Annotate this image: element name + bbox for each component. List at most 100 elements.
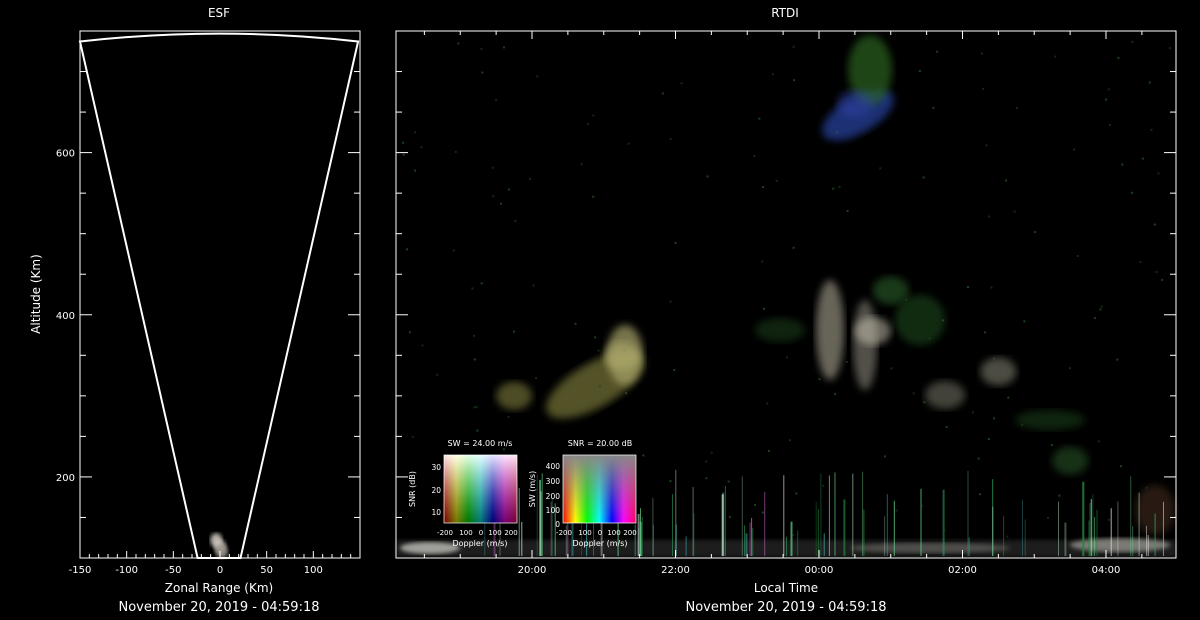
rtdi-echo-region-1 <box>603 341 640 370</box>
esf-x-tick-label-4: 50 <box>260 565 273 576</box>
rtdi-speckle <box>491 166 494 169</box>
snr-legend-xlabel: Doppler (m/s) <box>572 539 627 548</box>
rtdi-speckle <box>452 249 455 252</box>
esf-echo-2 <box>215 544 228 559</box>
rtdi-speckle <box>1093 317 1096 320</box>
rtdi-speckle <box>792 534 795 536</box>
snr-legend-ytick-3: 100 <box>546 506 561 515</box>
rtdi-speckle <box>597 349 600 352</box>
rtdi-title: RTDI <box>771 6 799 20</box>
rtdi-speckle <box>473 406 476 409</box>
snr-color-legend: SNR = 20.00 dB SW (m/s) 400 300 200 100 … <box>528 439 637 548</box>
sw-legend-xtick-3: 100 <box>488 529 501 537</box>
esf-panel: ESF -150 -100 -50 0 50 100 200 400 600 Zonal Ran… <box>29 6 361 615</box>
rtdi-speckle <box>1005 179 1008 182</box>
rtdi-speckle <box>921 504 924 507</box>
rtdi-speckle <box>1121 163 1124 166</box>
rtdi-panel: RTDI 20:00 22:00 00:00 02:00 04:00 Local Tim… <box>395 6 1177 615</box>
rtdi-speckle <box>1107 88 1110 91</box>
rtdi-speckle <box>476 429 479 432</box>
rtdi-speckle <box>923 401 926 404</box>
rtdi-speckle <box>1120 465 1122 468</box>
rtdi-speckle <box>508 188 510 191</box>
rtdi-speckle <box>598 385 601 388</box>
esf-y-axis-label: Altitude (Km) <box>29 254 43 334</box>
rtdi-speckle <box>928 337 931 340</box>
rtdi-speckle <box>1157 172 1160 175</box>
rtdi-speckle <box>786 356 788 359</box>
rtdi-speckle <box>1021 423 1024 426</box>
rtdi-speckle <box>883 455 886 458</box>
rtdi-speckle <box>1130 191 1133 194</box>
rtdi-speckle <box>514 220 517 223</box>
rtdi-speckle <box>710 451 713 454</box>
sw-legend-xlabel: Doppler (m/s) <box>452 539 507 548</box>
rtdi-speckle <box>932 106 935 109</box>
rtdi-speckle <box>836 131 839 134</box>
rtdi-speckle <box>1013 210 1016 213</box>
sw-legend-ytick-1: 20 <box>431 486 441 495</box>
rtdi-speckle <box>411 435 414 438</box>
rtdi-x-tick-label-3: 02:00 <box>948 565 977 576</box>
rtdi-speckle <box>503 46 505 49</box>
rtdi-speckle <box>1023 320 1026 323</box>
rtdi-speckle <box>500 202 503 205</box>
rtdi-speckle <box>967 286 969 288</box>
snr-legend-title: SNR = 20.00 dB <box>568 439 632 448</box>
rtdi-speckle <box>454 150 457 153</box>
esf-y-tick-label-1: 400 <box>56 311 75 322</box>
rtdi-x-axis-label: Local Time <box>754 581 818 595</box>
rtdi-speckle <box>502 448 505 451</box>
rtdi-speckle <box>1050 444 1053 447</box>
rtdi-x-tick-label-1: 22:00 <box>661 565 690 576</box>
rtdi-speckle <box>642 454 645 457</box>
rtdi-speckle <box>1097 440 1100 443</box>
esf-y-tick-label-0: 200 <box>56 473 75 484</box>
rtdi-speckle <box>978 493 981 496</box>
snr-legend-gray <box>563 455 636 523</box>
esf-x-tick-label-1: -100 <box>115 565 138 576</box>
rtdi-speckle <box>669 480 672 483</box>
rtdi-speckle <box>834 392 837 395</box>
snr-legend-ytick-4: 0 <box>555 520 560 529</box>
rtdi-speckle <box>1141 157 1144 160</box>
rtdi-speckle <box>727 480 730 483</box>
rtdi-speckle <box>792 45 795 48</box>
rtdi-speckle <box>922 176 925 179</box>
rtdi-speckle <box>574 322 577 325</box>
rtdi-speckle <box>1131 40 1134 43</box>
rtdi-x-tick-label-0: 20:00 <box>518 565 547 576</box>
rtdi-speckle <box>985 144 988 147</box>
sw-legend-ytick-0: 30 <box>431 463 441 472</box>
rtdi-speckle <box>661 92 664 95</box>
rtdi-speckle <box>753 155 756 157</box>
sw-legend-ylabel: SNR (dB) <box>408 471 417 507</box>
rtdi-speckle <box>532 284 535 287</box>
rtdi-speckle <box>763 307 765 310</box>
rtdi-speckle <box>492 195 495 198</box>
esf-x-tick-label-0: -150 <box>69 565 92 576</box>
esf-plot-frame <box>79 30 361 559</box>
rtdi-speckle <box>1034 231 1037 234</box>
rtdi-speckle <box>771 73 774 76</box>
esf-x-tick-label-3: 0 <box>217 565 223 576</box>
rtdi-speckle <box>1100 305 1103 308</box>
rtdi-speckle <box>528 177 531 180</box>
rtdi-speckle <box>1161 278 1164 281</box>
esf-axis-ticks: -150 -100 -50 0 50 100 200 400 600 <box>56 30 361 576</box>
rtdi-speckle <box>971 411 974 414</box>
rtdi-speckle <box>912 392 915 395</box>
rtdi-speckle <box>402 153 405 156</box>
rtdi-speckle <box>1108 518 1111 521</box>
rtdi-speckle <box>536 75 539 78</box>
rtdi-x-tick-label-4: 04:00 <box>1092 565 1121 576</box>
rtdi-speckle <box>905 298 908 301</box>
rtdi-speckle <box>584 401 587 404</box>
rtdi-speckle <box>586 123 589 126</box>
rtdi-speckle <box>1007 396 1010 399</box>
rtdi-speckle <box>1139 261 1142 264</box>
rtdi-speckle <box>414 131 416 134</box>
rtdi-speckle <box>706 175 709 178</box>
echo-plume-6 <box>853 300 877 390</box>
sw-legend-xtick-0: -200 <box>437 529 453 537</box>
